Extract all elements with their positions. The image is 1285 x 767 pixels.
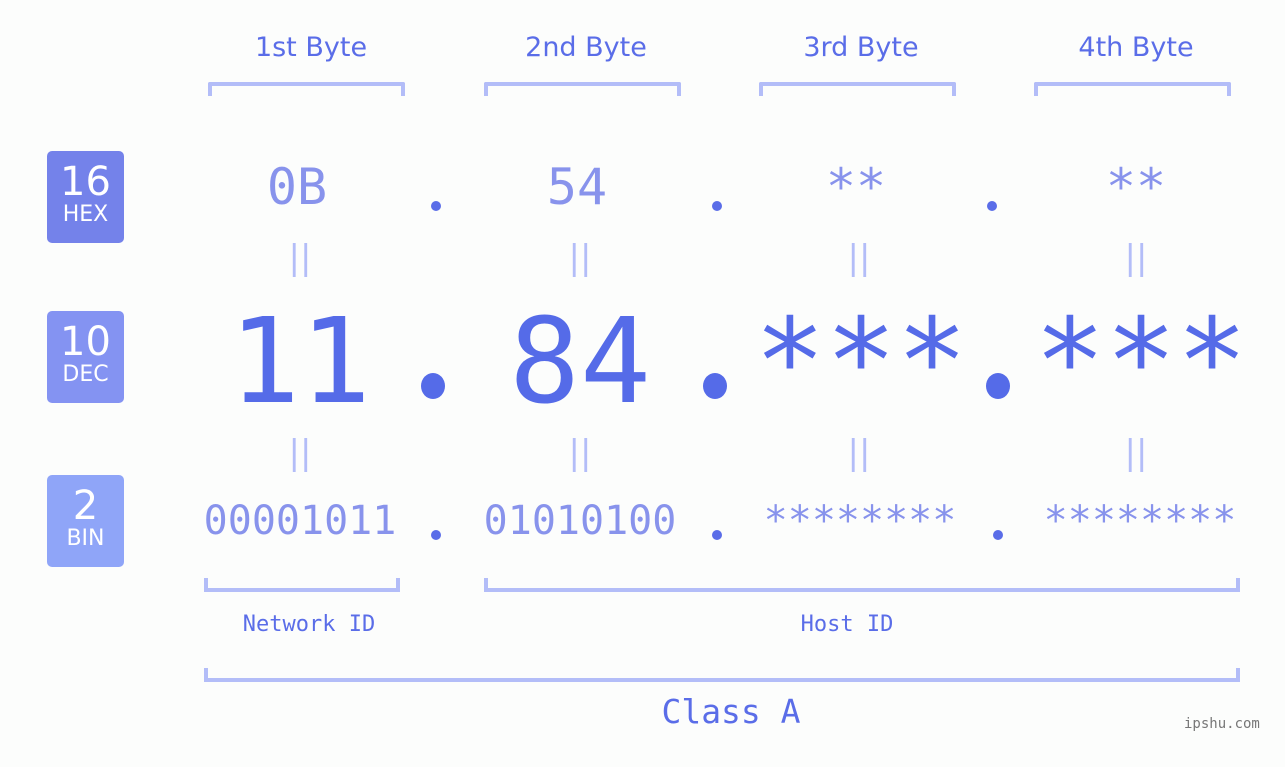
bin-separator-dot <box>431 530 441 540</box>
byte-bracket-2 <box>484 82 681 96</box>
bin-value-4: ******** <box>1043 498 1237 544</box>
equals-icon: || <box>568 433 592 473</box>
equals-icon: || <box>1124 238 1148 278</box>
hex-separator-dot <box>431 201 441 211</box>
dec-separator-dot <box>703 373 727 399</box>
byte-bracket-1 <box>208 82 405 96</box>
hex-name: HEX <box>62 202 109 227</box>
class-label: Class A <box>661 692 801 731</box>
watermark: ipshu.com <box>1184 716 1260 732</box>
hex-badge: 16 HEX <box>47 151 124 243</box>
hex-value-1: 0B <box>266 158 328 216</box>
byte-header-4: 4th Byte <box>1078 32 1194 63</box>
dec-value-4: *** <box>1034 292 1248 430</box>
equals-icon: || <box>288 238 312 278</box>
equals-icon: || <box>847 238 871 278</box>
dec-separator-dot <box>986 373 1010 399</box>
dec-value-1: 11 <box>228 292 372 430</box>
dec-badge: 10 DEC <box>47 311 124 403</box>
bin-badge: 2 BIN <box>47 475 124 567</box>
bin-name: BIN <box>66 526 105 551</box>
bin-value-1: 00001011 <box>203 498 397 544</box>
hex-value-4: ** <box>1105 158 1167 216</box>
hex-value-2: 54 <box>546 158 608 216</box>
hex-base: 16 <box>60 159 111 205</box>
host-id-bracket <box>484 578 1240 592</box>
byte-bracket-3 <box>759 82 956 96</box>
byte-header-2: 2nd Byte <box>525 32 647 63</box>
equals-icon: || <box>568 238 592 278</box>
network-id-label: Network ID <box>242 612 376 637</box>
bin-separator-dot <box>993 530 1003 540</box>
byte-header-3: 3rd Byte <box>803 32 919 63</box>
bin-base: 2 <box>72 483 99 529</box>
dec-base: 10 <box>60 319 111 365</box>
network-id-bracket <box>204 578 400 592</box>
dec-name: DEC <box>62 362 109 387</box>
equals-icon: || <box>1124 433 1148 473</box>
hex-separator-dot <box>987 201 997 211</box>
dec-separator-dot <box>421 373 445 399</box>
hex-value-3: ** <box>825 158 887 216</box>
dec-value-3: *** <box>754 292 968 430</box>
class-bracket <box>204 668 1240 682</box>
bin-separator-dot <box>712 530 722 540</box>
byte-bracket-4 <box>1034 82 1231 96</box>
bin-value-3: ******** <box>763 498 957 544</box>
equals-icon: || <box>847 433 871 473</box>
host-id-label: Host ID <box>800 612 894 637</box>
bin-value-2: 01010100 <box>483 498 677 544</box>
equals-icon: || <box>288 433 312 473</box>
dec-value-2: 84 <box>508 292 652 430</box>
hex-separator-dot <box>712 201 722 211</box>
byte-header-1: 1st Byte <box>254 32 368 63</box>
